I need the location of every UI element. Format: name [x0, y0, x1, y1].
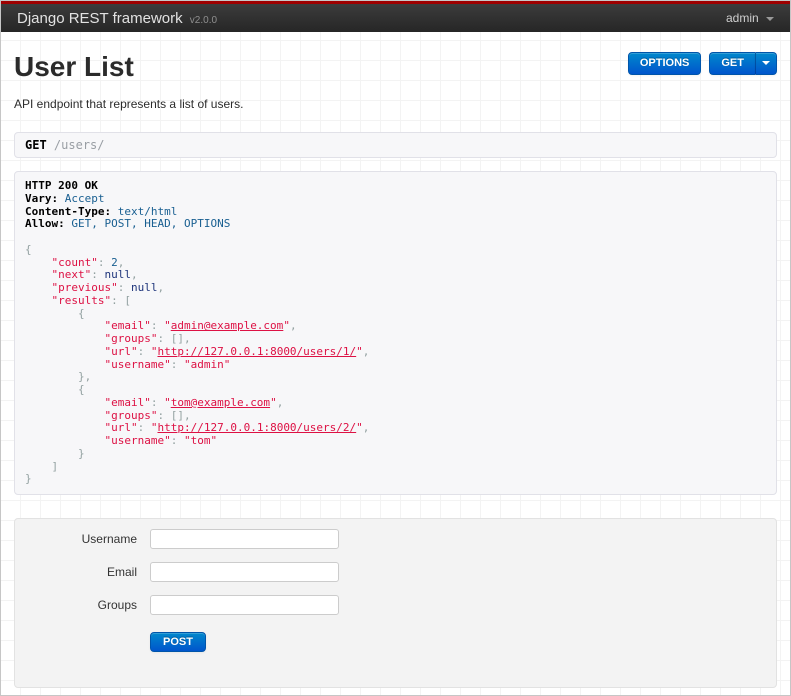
post-form: Username Email Groups POST [34, 529, 757, 652]
user-menu-dropdown[interactable]: admin [726, 11, 774, 25]
version-label: v2.0.0 [189, 14, 218, 26]
form-field-row: Email [34, 562, 757, 582]
header-buttons: OPTIONS GET [627, 52, 777, 75]
request-method: GET [25, 138, 47, 152]
json-link[interactable]: http://127.0.0.1:8000/users/1/ [157, 345, 356, 358]
navbar: Django REST framework v2.0.0 admin [1, 4, 790, 32]
json-link[interactable]: http://127.0.0.1:8000/users/2/ [157, 421, 356, 434]
chevron-down-icon [766, 16, 774, 21]
request-info-bar: GET /users/ [14, 132, 777, 158]
post-form-panel: Username Email Groups POST [14, 518, 777, 688]
groups-label: Groups [97, 598, 137, 612]
user-menu-label: admin [725, 11, 759, 25]
request-path: /users/ [53, 138, 105, 152]
json-link[interactable]: admin@example.com [171, 319, 284, 332]
options-button[interactable]: OPTIONS [627, 52, 702, 75]
page-title: User List [14, 51, 134, 82]
form-actions: POST [150, 632, 757, 652]
brand-link[interactable]: Django REST framework v2.0.0 [17, 10, 217, 27]
get-dropdown-toggle[interactable] [755, 52, 777, 75]
email-input[interactable] [150, 562, 339, 582]
form-field-row: Groups [34, 595, 757, 615]
get-button-group: GET [709, 52, 777, 75]
api-description: API endpoint that represents a list of u… [14, 97, 244, 111]
chevron-down-icon [762, 61, 770, 66]
email-label: Email [106, 565, 137, 579]
username-input[interactable] [150, 529, 339, 549]
json-link[interactable]: tom@example.com [171, 396, 270, 409]
get-button[interactable]: GET [709, 52, 755, 75]
page-header: User List OPTIONS GET [14, 51, 777, 83]
main-content: User List OPTIONS GET API endpoint that … [1, 51, 790, 688]
brand-title: Django REST framework [17, 9, 183, 27]
page: Django REST framework v2.0.0 admin User … [0, 0, 791, 696]
post-button[interactable]: POST [150, 632, 206, 652]
username-label: Username [81, 532, 137, 546]
groups-input[interactable] [150, 595, 339, 615]
response-body: HTTP 200 OK Vary: Accept Content-Type: t… [14, 171, 777, 495]
form-field-row: Username [34, 529, 757, 549]
